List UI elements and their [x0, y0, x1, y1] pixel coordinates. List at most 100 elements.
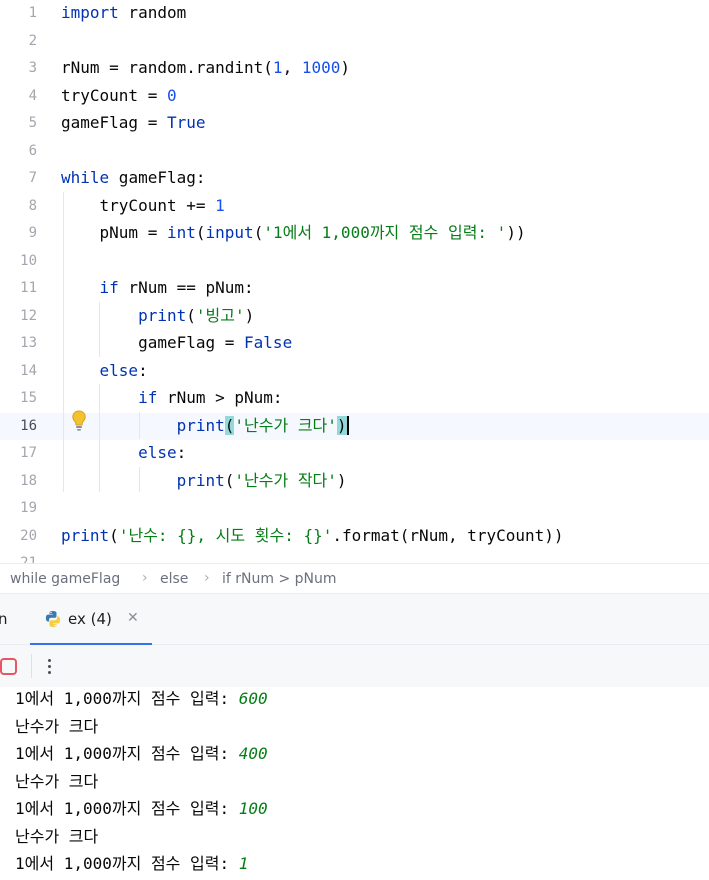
- code-text: gameFlag = True: [61, 113, 206, 133]
- code-editor[interactable]: 21 20 print('난수: {}, 시도 횟수: {}'.format(rNu…: [0, 0, 709, 563]
- line-number[interactable]: 9: [0, 225, 37, 241]
- code-token: False: [244, 333, 293, 352]
- line-number[interactable]: 20: [0, 528, 37, 544]
- text-caret: [346, 415, 349, 435]
- line-number[interactable]: 5: [0, 115, 37, 131]
- chevron-right-icon: ›: [204, 570, 210, 586]
- code-line[interactable]: 17 else:: [0, 440, 709, 468]
- code-token: :: [176, 443, 187, 462]
- line-number[interactable]: 3: [0, 60, 37, 76]
- code-text: else:: [61, 361, 148, 381]
- code-token: print: [138, 305, 187, 325]
- breadcrumb-item-if[interactable]: if rNum > pNum: [222, 571, 337, 587]
- code-text: gameFlag = False: [61, 333, 292, 353]
- run-console-output[interactable]: 1에서 1,000까지 점수 입력: 600 난수가 크다 1에서 1,000까지 …: [0, 687, 709, 880]
- code-line[interactable]: 4 tryCount = 0: [0, 83, 709, 111]
- code-text: rNum = random.randint(1, 1000): [61, 58, 350, 78]
- line-number[interactable]: 11: [0, 280, 37, 296]
- stop-icon[interactable]: [0, 658, 17, 675]
- breadcrumb: while gameFlag › else › if rNum > pNum: [0, 563, 709, 593]
- code-line[interactable]: 10: [0, 248, 709, 276]
- code-line[interactable]: 12 print('빙고'): [0, 303, 709, 331]
- console-user-input: 400: [238, 744, 268, 763]
- code-token: 1: [272, 58, 283, 77]
- line-number[interactable]: 1: [0, 5, 37, 21]
- code-token: if: [99, 278, 119, 297]
- code-token: print: [61, 525, 110, 545]
- line-number[interactable]: 17: [0, 445, 37, 461]
- code-line[interactable]: 6: [0, 138, 709, 166]
- code-token: (: [224, 415, 235, 435]
- code-line[interactable]: 5 gameFlag = True: [0, 110, 709, 138]
- code-token: '난수가 작다': [234, 470, 337, 490]
- console-user-input: 100: [238, 799, 268, 818]
- code-line[interactable]: 14 else:: [0, 358, 709, 386]
- indent-guide: [63, 192, 64, 492]
- code-token: else: [99, 360, 139, 380]
- close-icon[interactable]: ✕: [127, 610, 139, 626]
- console-line: 난수가 크다: [15, 768, 98, 792]
- code-token: )): [506, 223, 526, 242]
- code-line[interactable]: 9 pNum = int(input('1에서 1,000까지 점수 입력: '…: [0, 220, 709, 248]
- line-number[interactable]: 2: [0, 33, 37, 49]
- code-token: 1: [215, 195, 225, 215]
- code-text: print('빙고'): [61, 306, 254, 326]
- breadcrumb-item-else[interactable]: else: [160, 571, 188, 587]
- line-number[interactable]: 4: [0, 88, 37, 104]
- code-token: tryCount +=: [61, 195, 216, 215]
- breadcrumb-item-while[interactable]: while gameFlag: [10, 571, 120, 587]
- line-number[interactable]: 8: [0, 198, 37, 214]
- code-token: while: [61, 168, 110, 187]
- line-number[interactable]: 18: [0, 473, 37, 489]
- code-token: 0: [166, 85, 177, 105]
- line-number[interactable]: 16: [0, 418, 37, 434]
- line-number[interactable]: 13: [0, 335, 37, 351]
- code-text: print('난수가 작다'): [61, 471, 347, 491]
- code-text: tryCount = 0: [61, 86, 177, 106]
- lightbulb-icon[interactable]: [71, 410, 87, 432]
- code-token: (: [109, 525, 119, 545]
- code-text: while gameFlag:: [61, 168, 206, 188]
- code-line[interactable]: 1 import random: [0, 0, 709, 28]
- code-line[interactable]: 7 while gameFlag:: [0, 165, 709, 193]
- tab-previous[interactable]: n: [0, 610, 8, 628]
- code-token: print: [176, 415, 225, 435]
- more-vertical-icon[interactable]: [44, 654, 56, 678]
- code-token: gameFlag =: [61, 333, 245, 352]
- code-token: 1000: [301, 58, 341, 77]
- code-line[interactable]: 21: [0, 550, 709, 563]
- code-line[interactable]: 18 print('난수가 작다'): [0, 468, 709, 496]
- code-line[interactable]: 11 if rNum == pNum:: [0, 275, 709, 303]
- code-line[interactable]: 13 gameFlag = False: [0, 330, 709, 358]
- line-number[interactable]: 7: [0, 170, 37, 186]
- console-line: 1에서 1,000까지 점수 입력: 100: [15, 795, 268, 819]
- code-line[interactable]: 8 tryCount += 1: [0, 193, 709, 221]
- console-user-input: 1: [238, 854, 249, 873]
- code-line[interactable]: 16 print('난수가 크다'): [0, 412, 709, 440]
- code-token: '1에서 1,000까지 점수 입력: ': [263, 223, 507, 242]
- tab-ex-4[interactable]: ex (4) ✕: [30, 594, 152, 645]
- code-token: :: [138, 360, 148, 380]
- code-line[interactable]: 2: [0, 28, 709, 56]
- line-number[interactable]: 21: [0, 555, 37, 563]
- code-token: print: [176, 470, 225, 490]
- code-token: input: [205, 223, 254, 242]
- line-number[interactable]: 6: [0, 143, 37, 159]
- line-number[interactable]: 19: [0, 500, 37, 516]
- code-line[interactable]: 3 rNum = random.randint(1, 1000): [0, 55, 709, 83]
- code-line[interactable]: 15 if rNum > pNum:: [0, 385, 709, 413]
- line-number[interactable]: 12: [0, 308, 37, 324]
- console-prompt: 1에서 1,000까지 점수 입력:: [15, 799, 239, 818]
- console-line: 1에서 1,000까지 점수 입력: 1: [15, 850, 248, 874]
- console-line: 난수가 크다: [15, 823, 98, 847]
- console-line: 난수가 크다: [15, 713, 98, 737]
- code-line[interactable]: 19: [0, 495, 709, 523]
- line-number[interactable]: 10: [0, 253, 37, 269]
- code-token: ): [244, 305, 255, 325]
- line-number[interactable]: 15: [0, 390, 37, 406]
- code-token: import: [61, 3, 119, 22]
- code-line[interactable]: 20 print('난수: {}, 시도 횟수: {}'.format(rNum,…: [0, 523, 709, 551]
- line-number[interactable]: 14: [0, 363, 37, 379]
